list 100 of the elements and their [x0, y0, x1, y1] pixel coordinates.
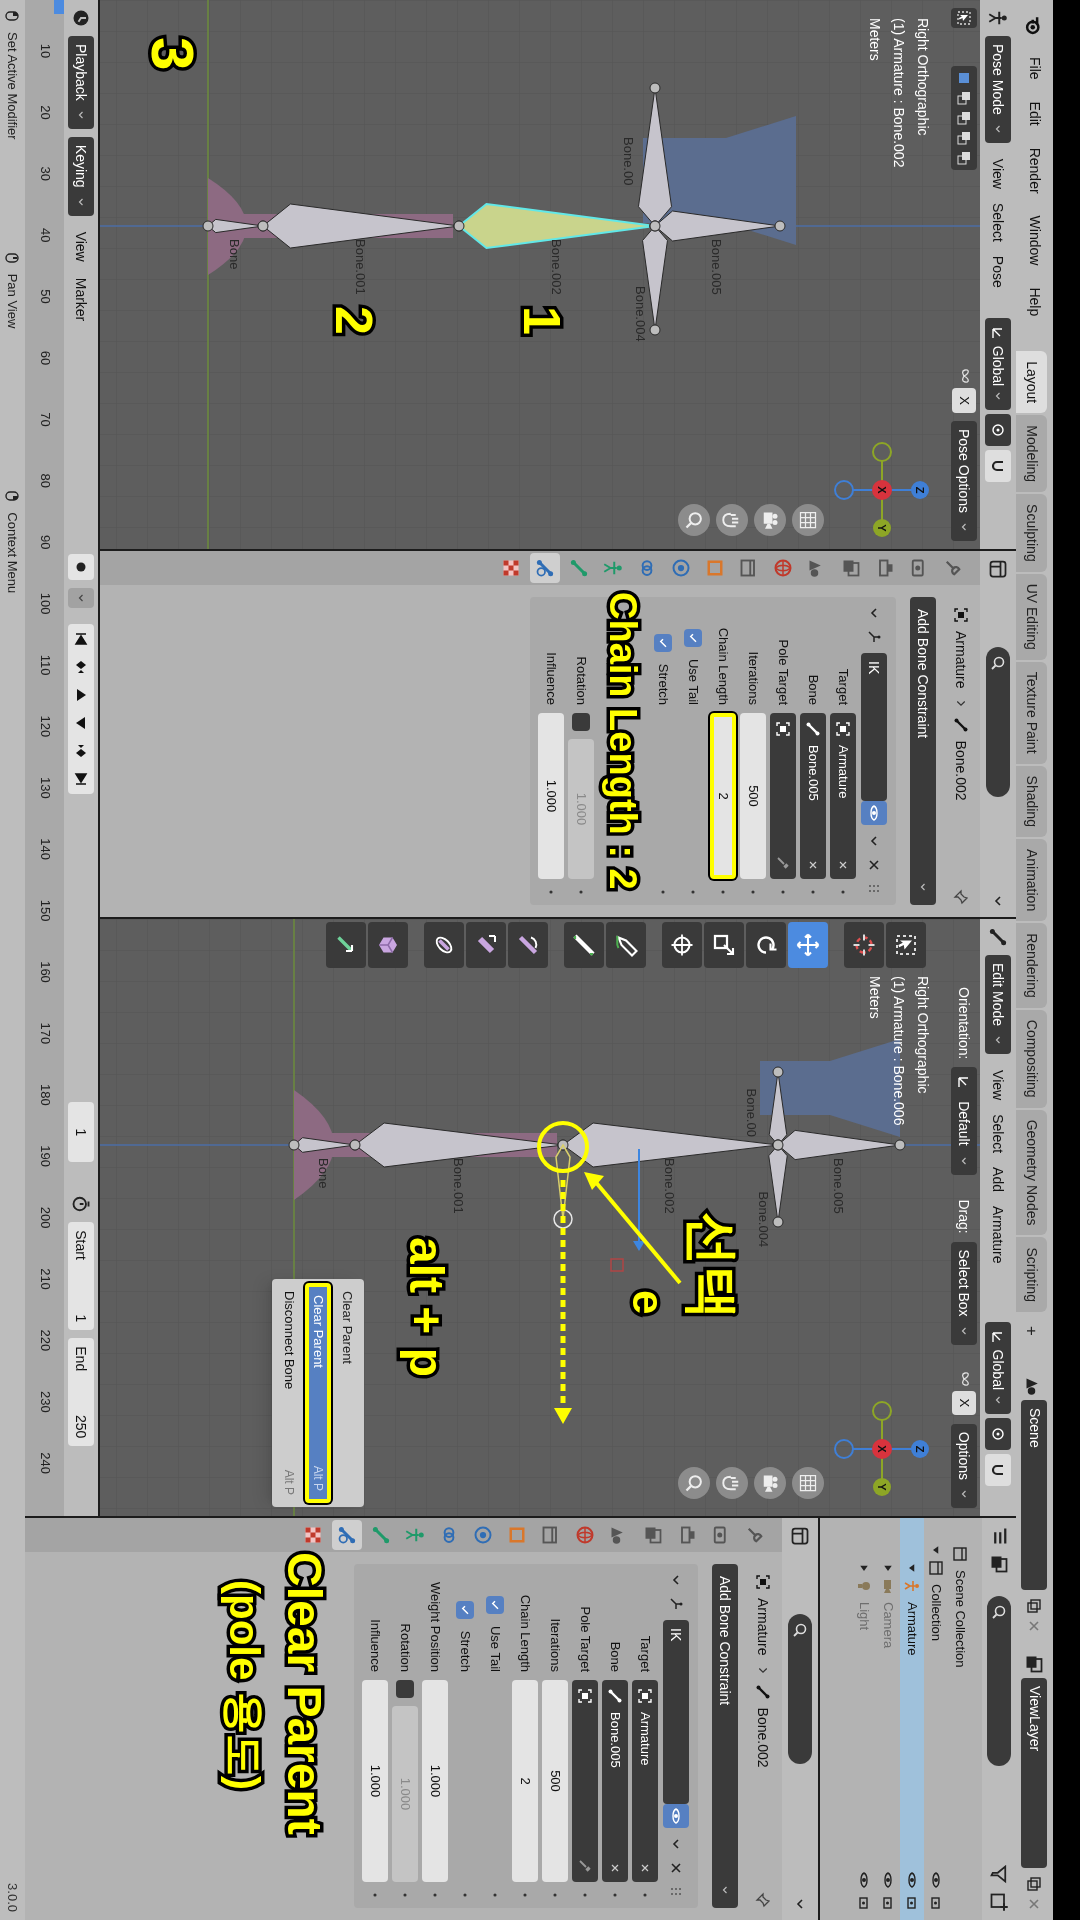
tool-button[interactable]	[704, 922, 744, 968]
workspace-tab[interactable]: Compositing	[1016, 1009, 1047, 1108]
object-field[interactable]	[572, 1680, 598, 1882]
menu-item[interactable]: View	[987, 1070, 1009, 1101]
drag-dropdown[interactable]: Select Box	[951, 1241, 977, 1345]
workspace-tab[interactable]: Texture Paint	[1016, 661, 1047, 764]
constraint-name-field[interactable]: IK	[861, 653, 887, 801]
workspace-tab[interactable]: Sculpting	[1016, 494, 1047, 572]
orientation-dropdown[interactable]: Default	[951, 1067, 977, 1176]
clear-icon[interactable]	[807, 859, 819, 871]
search-field[interactable]	[986, 647, 1010, 797]
mode-dropdown[interactable]: Pose Mode	[985, 36, 1011, 143]
tool-button[interactable]	[606, 922, 646, 968]
number-field[interactable]: 1.000	[362, 1680, 388, 1882]
intersect-selection-icon[interactable]	[956, 150, 972, 167]
options-dropdown[interactable]: Options	[951, 1423, 977, 1508]
tool-button[interactable]	[326, 922, 366, 968]
number-field[interactable]: 500	[542, 1680, 568, 1882]
menu-item[interactable]: Pose	[987, 255, 1009, 288]
properties-tab[interactable]	[332, 1520, 362, 1550]
workspace-tab[interactable]: Geometry Nodes	[1016, 1109, 1047, 1236]
add-workspace-button[interactable]: +	[1016, 1313, 1047, 1348]
invert-selection-icon[interactable]	[956, 130, 972, 147]
bone-field[interactable]: Bone.005	[602, 1680, 628, 1882]
menu-item[interactable]: Window	[1024, 206, 1045, 275]
workspace-tab[interactable]: Scripting	[1016, 1237, 1047, 1312]
eyedropper-icon[interactable]	[577, 1858, 593, 1874]
workspace-tab[interactable]: Animation	[1016, 838, 1047, 922]
number-field[interactable]: 500	[740, 713, 766, 879]
tool-button[interactable]	[662, 922, 702, 968]
snap-button[interactable]	[985, 450, 1011, 483]
menu-item[interactable]: Marker	[70, 277, 92, 322]
checkbox[interactable]	[486, 1596, 504, 1614]
add-constraint-dropdown[interactable]: Add Bone Constraint	[712, 1564, 738, 1908]
clear-icon[interactable]	[609, 1862, 621, 1874]
enable-toggle[interactable]	[663, 1804, 689, 1828]
current-frame-field[interactable]: 1	[68, 1102, 94, 1163]
keying-dropdown[interactable]	[68, 588, 94, 609]
constraint-name-field[interactable]: IK	[663, 1620, 689, 1804]
start-frame-field[interactable]: Start 1	[68, 1222, 94, 1331]
navigation-gizmo[interactable]: X Y Z	[834, 1401, 929, 1496]
view-layer-field[interactable]: ViewLayer	[1021, 1678, 1048, 1868]
workspace-tab[interactable]: Modeling	[1016, 415, 1047, 493]
tool-button[interactable]	[746, 922, 786, 968]
snap-button[interactable]	[985, 1454, 1011, 1487]
object-field[interactable]: Armature	[632, 1680, 658, 1882]
menu-dropdown[interactable]: Keying	[68, 136, 94, 216]
tool-button[interactable]	[564, 922, 604, 968]
properties-tab[interactable]	[530, 553, 560, 583]
mirror-x-toggle[interactable]: X	[952, 388, 976, 413]
end-frame-field[interactable]: End 250	[68, 1338, 94, 1447]
clock-editor-icon[interactable]	[71, 8, 91, 28]
number-field[interactable]: 2	[710, 713, 736, 879]
scene-field[interactable]: Scene	[1021, 1400, 1048, 1590]
workspace-tab[interactable]: Shading	[1016, 765, 1047, 837]
menu-item[interactable]: Add	[987, 1167, 1009, 1192]
new-collection-icon[interactable]	[989, 1892, 1009, 1912]
mode-dropdown[interactable]: Edit Mode	[985, 955, 1011, 1055]
workspace-tab[interactable]: Layout	[1016, 351, 1047, 414]
object-field[interactable]: Armature	[830, 713, 856, 879]
filter-icon[interactable]	[989, 1864, 1009, 1884]
editor-type-icon[interactable]	[790, 1526, 810, 1546]
menu-item[interactable]: Edit	[1024, 92, 1045, 135]
orientation-dropdown[interactable]: Global	[985, 1321, 1011, 1415]
menu-item[interactable]: File	[1024, 48, 1045, 89]
select-tool-button[interactable]	[951, 8, 977, 29]
checkbox[interactable]	[654, 633, 672, 652]
menu-item[interactable]: Select	[987, 1114, 1009, 1154]
eyedropper-icon[interactable]	[775, 855, 791, 871]
outliner-row[interactable]: Armature	[900, 1518, 924, 1920]
tool-button[interactable]	[466, 922, 506, 968]
menu-item[interactable]: Render	[1024, 138, 1045, 203]
number-field[interactable]: 2	[512, 1680, 538, 1882]
extend-selection-icon[interactable]	[956, 90, 972, 107]
menu-dropdown[interactable]: Playback	[68, 36, 94, 129]
bone-field[interactable]: Bone.005	[800, 713, 826, 879]
checkbox[interactable]	[684, 629, 702, 647]
menu-item[interactable]: Disconnect Bone Alt P	[276, 1283, 303, 1503]
tool-button[interactable]	[886, 922, 926, 968]
enable-toggle[interactable]	[861, 801, 887, 825]
display-mode-icon[interactable]	[989, 1554, 1009, 1574]
add-constraint-dropdown[interactable]: Add Bone Constraint	[910, 597, 936, 905]
menu-item[interactable]: Help	[1024, 278, 1045, 326]
workspace-tab[interactable]: Rendering	[1016, 923, 1047, 1008]
workspace-tab[interactable]: UV Editing	[1016, 573, 1047, 660]
orientation-dropdown[interactable]: Global	[985, 317, 1011, 411]
tool-button[interactable]	[508, 922, 548, 968]
number-field[interactable]: 1.000	[538, 713, 564, 879]
editor-type-icon[interactable]	[988, 559, 1008, 579]
menu-item[interactable]: View	[70, 231, 92, 262]
pivot-button[interactable]	[985, 1418, 1011, 1451]
clear-icon[interactable]	[639, 1862, 651, 1874]
navigation-gizmo[interactable]: X Y Z	[834, 442, 929, 537]
subtract-selection-icon[interactable]	[956, 110, 972, 127]
checkbox[interactable]	[456, 1600, 474, 1619]
search-field[interactable]	[987, 1596, 1011, 1766]
tool-button[interactable]	[844, 922, 884, 968]
menu-item[interactable]: Armature	[987, 1206, 1009, 1264]
menu-item[interactable]: Clear Parent Alt P	[305, 1283, 332, 1503]
tool-button[interactable]	[368, 922, 408, 968]
